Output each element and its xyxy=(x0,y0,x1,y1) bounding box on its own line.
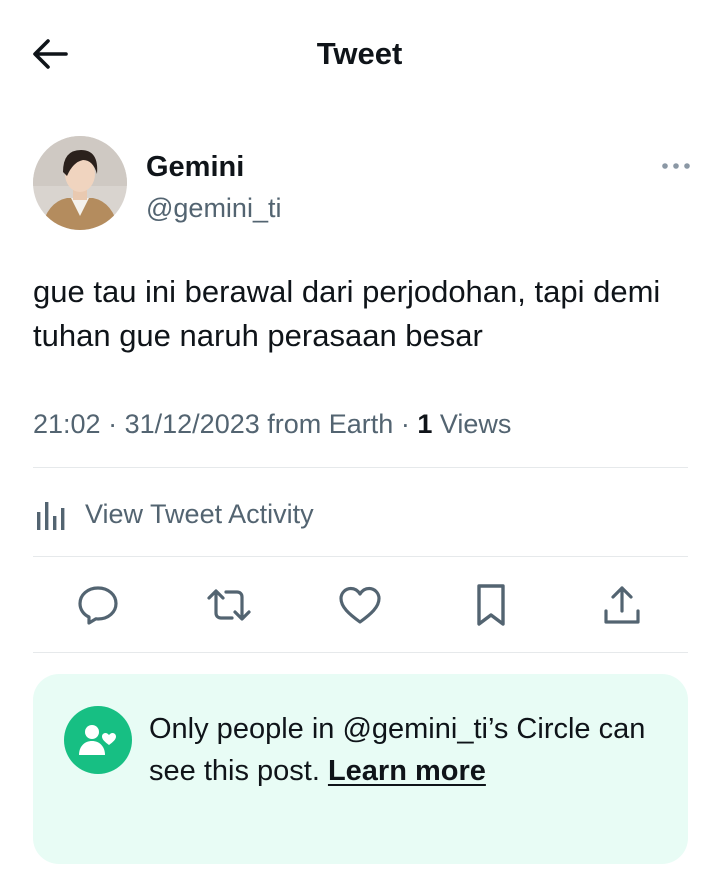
user-name[interactable]: Gemini xyxy=(146,150,244,184)
divider xyxy=(33,652,688,653)
avatar[interactable] xyxy=(33,136,127,230)
tweet-date: 31/12/2023 xyxy=(124,409,260,439)
retweet-icon xyxy=(207,589,251,621)
tweet-source: from Earth xyxy=(267,409,394,439)
bookmark-button[interactable] xyxy=(467,581,515,629)
view-tweet-activity-button[interactable]: View Tweet Activity xyxy=(33,492,314,536)
divider xyxy=(33,556,688,557)
share-button[interactable] xyxy=(598,581,646,629)
tweet-time: 21:02 xyxy=(33,409,101,439)
like-button[interactable] xyxy=(336,581,384,629)
activity-label: View Tweet Activity xyxy=(85,498,314,529)
views-count: 1 xyxy=(417,409,433,439)
retweet-button[interactable] xyxy=(205,581,253,629)
meta-separator: · xyxy=(108,409,118,439)
learn-more-link[interactable]: Learn more xyxy=(328,755,486,787)
meta-separator: · xyxy=(400,409,410,439)
divider xyxy=(33,467,688,468)
user-handle[interactable]: @gemini_ti xyxy=(146,192,281,224)
more-options-button[interactable] xyxy=(660,156,692,176)
reply-icon xyxy=(78,586,118,625)
views-label: Views xyxy=(439,409,512,439)
bookmark-icon xyxy=(477,584,505,626)
tweet-text: gue tau ini berawal dari perjodohan, tap… xyxy=(33,274,661,353)
page-title: Tweet xyxy=(316,36,403,71)
analytics-icon xyxy=(37,502,65,530)
heart-icon xyxy=(339,586,381,624)
circle-badge xyxy=(64,706,132,774)
avatar-image xyxy=(33,136,127,230)
share-icon xyxy=(604,586,640,624)
tweet-meta: 21:02 · 31/12/2023 from Earth · 1 Views xyxy=(33,406,511,442)
reply-button[interactable] xyxy=(74,581,122,629)
circle-people-icon xyxy=(79,725,116,755)
more-horizontal-icon xyxy=(662,163,690,169)
circle-notice-text: Only people in @gemini_ti’s Circle can s… xyxy=(149,708,649,792)
